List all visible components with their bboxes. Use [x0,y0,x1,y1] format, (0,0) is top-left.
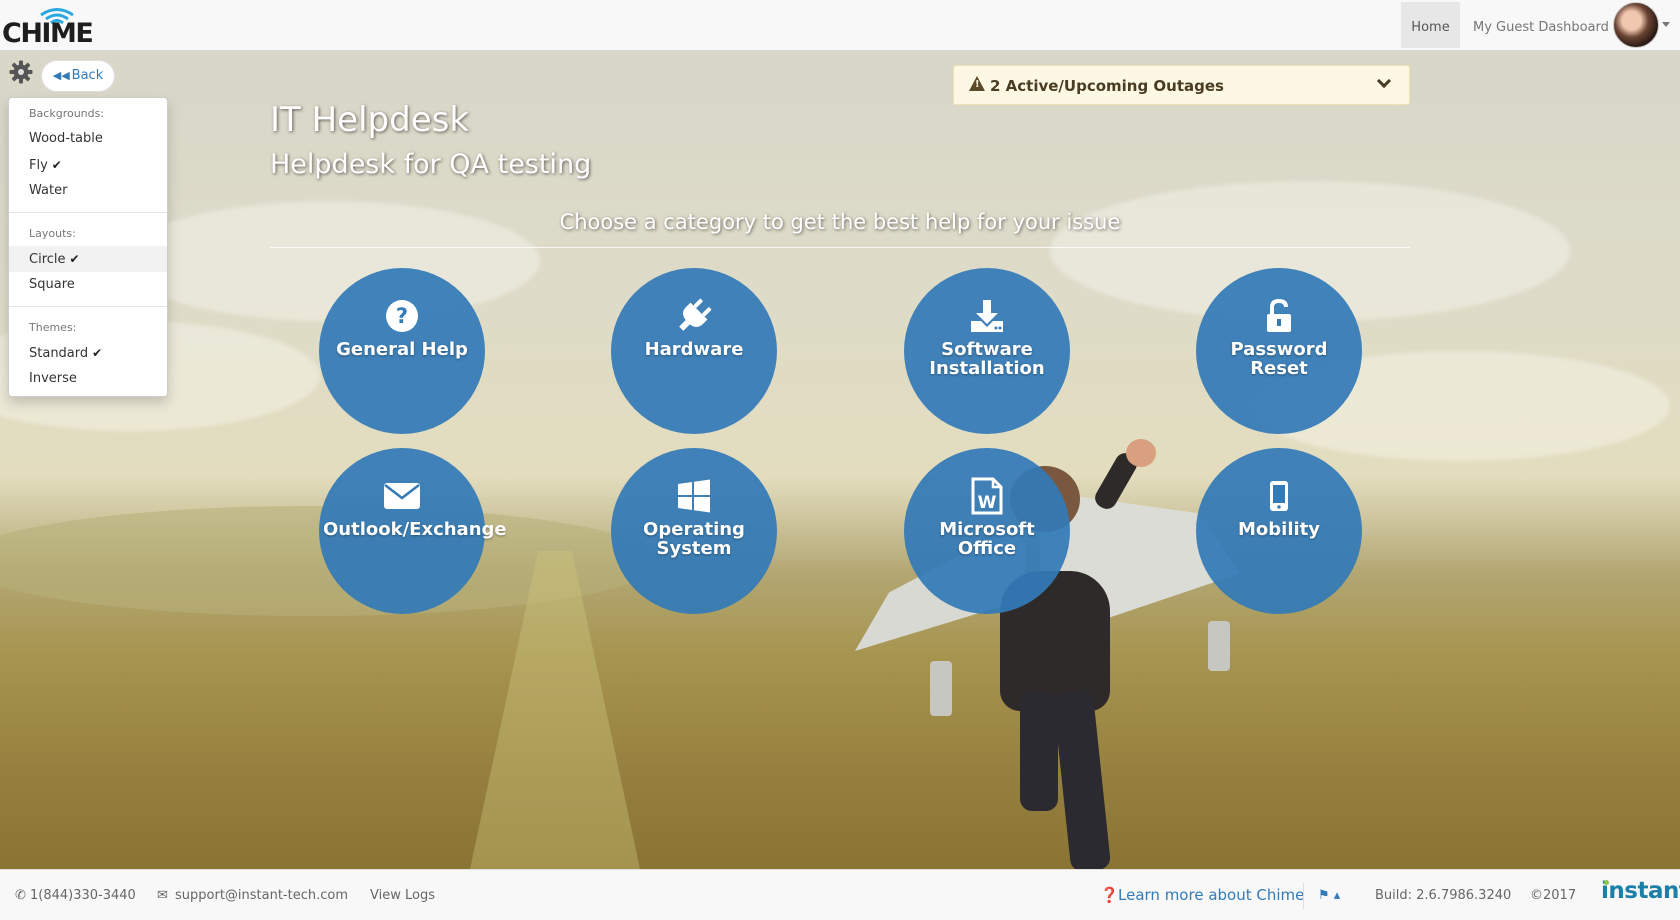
category-mobility[interactable]: Mobility [1196,448,1362,614]
category-label: Hardware [644,339,744,360]
download-icon [904,296,1070,336]
envelope-icon [319,476,485,516]
logo-text: CHIME [2,18,94,49]
learn-more-link[interactable]: Learn more about Chime [1118,870,1304,920]
category-prompt: Choose a category to get the best help f… [559,210,1121,234]
plug-icon [611,296,777,336]
double-left-arrow-icon: ◀◀ [52,69,70,82]
themes-header: Themes: [29,321,77,334]
layout-option-circle[interactable]: Circle ✔ [9,246,167,272]
top-navbar: CHIME Home My Guest Dashboard [0,0,1680,51]
check-icon: ✔ [92,346,103,360]
envelope-icon: ✉ [157,888,168,903]
build-version: Build: 2.6.7986.3240 [1375,888,1512,903]
chime-logo[interactable]: CHIME [2,2,94,49]
outage-text: 2 Active/Upcoming Outages [990,77,1224,95]
category-label: Operating System [643,519,745,559]
caret-down-icon[interactable] [1662,22,1670,27]
check-icon: ✔ [69,252,80,266]
svg-text:W: W [978,493,997,513]
check-icon: ✔ [51,158,62,172]
theme-option-inverse[interactable]: Inverse [9,366,167,392]
logo-dot [1604,880,1609,885]
view-logs-link[interactable]: View Logs [370,870,435,920]
settings-dropdown: Backgrounds: Wood-table Fly ✔ Water Layou… [8,97,168,397]
backgrounds-header: Backgrounds: [29,107,105,120]
nav-home[interactable]: Home [1401,2,1460,48]
background-image-fly [0,51,1680,869]
question-circle-icon: ❓ [1100,886,1119,904]
back-button[interactable]: ◀◀ Back [41,60,115,92]
windows-icon [611,476,777,516]
category-hardware[interactable]: Hardware [611,268,777,434]
support-phone: 1(844)330-3440 [30,888,136,903]
unlock-icon [1196,296,1362,336]
category-label: General Help [336,339,468,360]
background-option-fly[interactable]: Fly ✔ [9,152,167,178]
theme-option-standard[interactable]: Standard ✔ [9,340,167,366]
background-option-wood-table[interactable]: Wood-table [9,126,167,152]
phone-icon: ✆ [15,888,26,903]
gear-icon[interactable] [9,60,33,84]
category-label: Password Reset [1230,339,1328,379]
instant-logo[interactable]: instant [1601,878,1680,904]
footer: ✆ 1(844)330-3440 ✉ support@instant-tech.… [0,869,1680,920]
user-avatar[interactable] [1613,2,1659,48]
category-microsoft-office[interactable]: W Microsoft Office [904,448,1070,614]
category-label: Software Installation [929,339,1045,379]
page-subtitle: Helpdesk for QA testing [270,149,592,180]
category-label: Outlook/Exchange [323,519,507,540]
category-general-help[interactable]: ? General Help [319,268,485,434]
outage-banner[interactable]: ! 2 Active/Upcoming Outages [953,65,1410,105]
category-label: Mobility [1237,519,1320,540]
layouts-header: Layouts: [29,227,76,240]
category-software-installation[interactable]: Software Installation [904,268,1070,434]
word-file-icon: W [904,476,1070,516]
layout-option-square[interactable]: Square [9,272,167,298]
mobile-phone-icon [1196,476,1362,516]
chevron-down-icon[interactable] [1376,73,1392,89]
back-label: Back [71,68,104,83]
category-outlook-exchange[interactable]: Outlook/Exchange [319,448,507,614]
background-option-water[interactable]: Water [9,178,167,204]
question-circle-icon: ? [319,296,485,336]
category-operating-system[interactable]: Operating System [611,448,777,614]
svg-text:?: ? [396,304,408,328]
category-label: Microsoft Office [939,519,1035,559]
support-email[interactable]: support@instant-tech.com [175,870,348,920]
nav-guest-dashboard[interactable]: My Guest Dashboard [1473,2,1609,48]
language-flag-icon[interactable]: ⚑ ▴ [1318,870,1340,920]
category-password-reset[interactable]: Password Reset [1196,268,1362,434]
divider [270,247,1410,248]
page-title: IT Helpdesk [270,100,470,140]
copyright: ©2017 [1530,888,1577,903]
